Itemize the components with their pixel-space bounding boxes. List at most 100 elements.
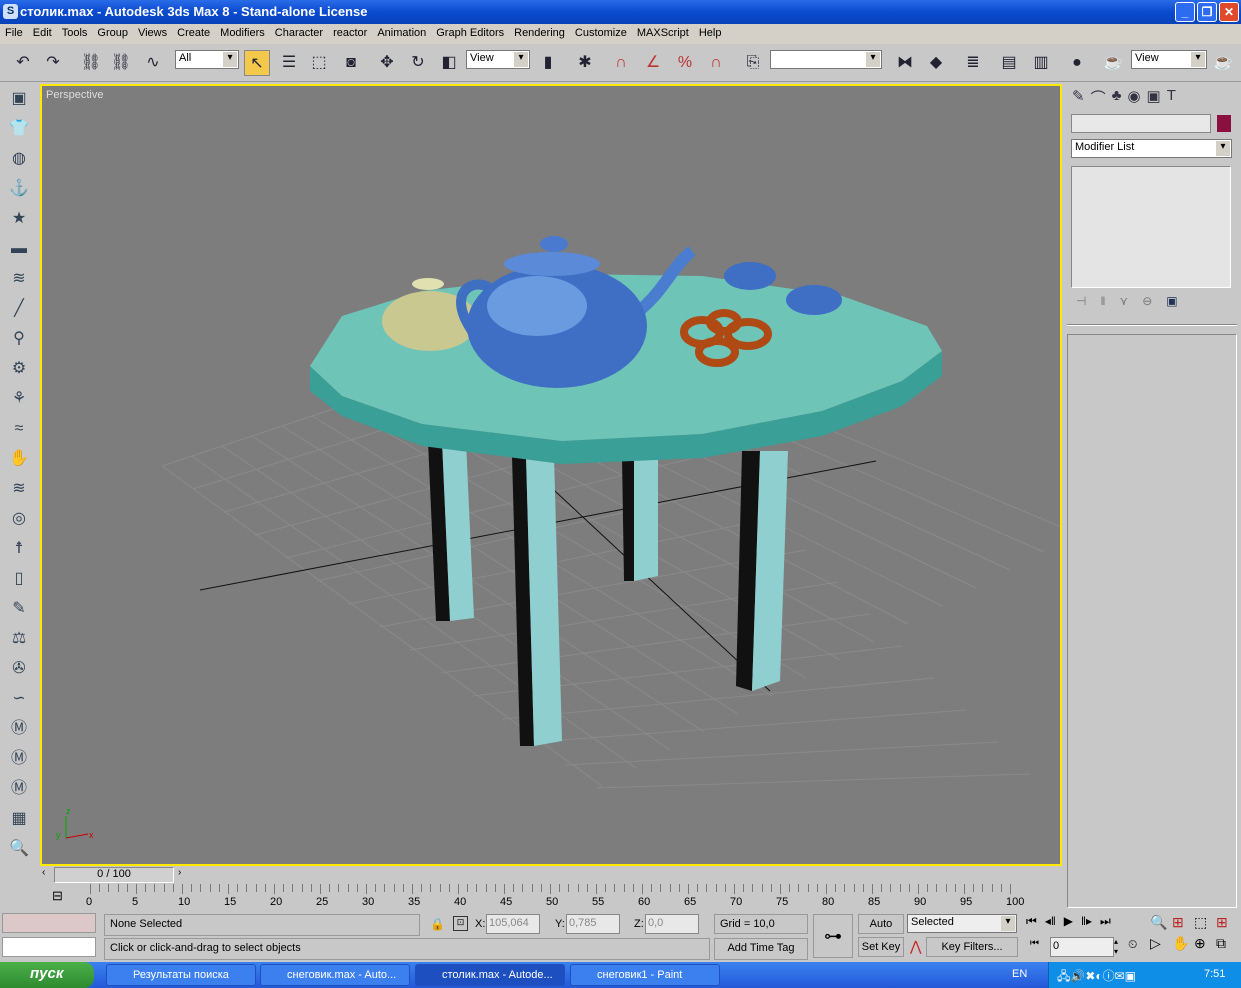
menu-modifiers[interactable]: Modifiers	[220, 27, 265, 44]
dashpot-icon[interactable]: ╱	[0, 294, 38, 324]
constraint-icon[interactable]: ≋	[0, 474, 38, 504]
maximize-viewport-icon[interactable]: ⧉	[1216, 935, 1238, 952]
render-view-dropdown[interactable]: View	[1131, 50, 1207, 69]
bind-space-warp-icon[interactable]: ∿	[140, 50, 166, 76]
percent-snap-icon[interactable]: %	[672, 50, 698, 76]
close-button[interactable]: ✕	[1219, 2, 1239, 22]
menu-views[interactable]: Views	[138, 27, 167, 44]
modifier-stack[interactable]	[1071, 166, 1231, 288]
go-to-end-icon[interactable]: ⏭	[1100, 914, 1111, 929]
cloth-modifier-icon[interactable]: ▯	[0, 564, 38, 594]
scale-icon[interactable]: ◧	[436, 50, 462, 76]
modify-tab-icon[interactable]: ⌒	[1091, 87, 1106, 108]
make-unique-icon[interactable]: ⋎	[1119, 294, 1128, 308]
slider-next-icon[interactable]: ›	[178, 867, 181, 878]
create-animation-icon[interactable]: Ⓜ	[0, 774, 38, 804]
motion-tab-icon[interactable]: ◉	[1127, 87, 1140, 108]
rotate-icon[interactable]: ↻	[405, 50, 431, 76]
set-key-button[interactable]: Set Key	[858, 937, 904, 957]
redo-icon[interactable]: ↷	[40, 50, 66, 76]
log-icon[interactable]: ▦	[0, 804, 38, 834]
angle-snap-icon[interactable]: ∠	[640, 50, 666, 76]
mini-curve-editor-icon[interactable]: ⊟	[52, 888, 63, 904]
zoom-extents-selected-icon[interactable]: ⬚	[1194, 914, 1216, 931]
spring-icon[interactable]: ≋	[0, 264, 38, 294]
menu-file[interactable]: File	[5, 27, 23, 44]
analyze-icon[interactable]: Ⓜ	[0, 714, 38, 744]
menu-reactor[interactable]: reactor	[333, 27, 367, 44]
water-icon[interactable]: ✋	[0, 444, 38, 474]
show-end-result-icon[interactable]: ‖	[1100, 294, 1105, 308]
y-coordinate-field[interactable]: 0,785	[566, 914, 620, 934]
object-name-field[interactable]	[1071, 114, 1211, 133]
default-tangent-icon[interactable]: ⋀	[910, 938, 921, 955]
z-coordinate-field[interactable]: 0,0	[645, 914, 699, 934]
hierarchy-tab-icon[interactable]: ♣	[1112, 87, 1122, 108]
maxscript-input-mini[interactable]	[2, 937, 96, 957]
material-editor-icon[interactable]: ●	[1064, 50, 1090, 76]
align-icon[interactable]: ◆	[923, 50, 949, 76]
display-tab-icon[interactable]: ▣	[1147, 87, 1161, 108]
named-selection-dropdown[interactable]	[770, 50, 882, 69]
reference-coordinate-dropdown[interactable]: View	[466, 50, 530, 69]
motor-icon[interactable]: ⚲	[0, 324, 38, 354]
preview-icon[interactable]: Ⓜ	[0, 744, 38, 774]
curve-editor-icon[interactable]: ▤	[996, 50, 1022, 76]
pivot-center-icon[interactable]: ▮	[535, 50, 561, 76]
rectangular-selection-icon[interactable]: ⬚	[306, 50, 332, 76]
menu-group[interactable]: Group	[97, 27, 128, 44]
next-frame-icon[interactable]: ‖▸	[1081, 914, 1092, 929]
configure-modifier-sets-icon[interactable]: ▣	[1166, 294, 1177, 308]
track-bar[interactable]: ⊟ 0 5 10 15 20 25 30 35 40 45 50 55 60 65 70 75 80 85 90 95…	[40, 884, 1064, 912]
add-time-tag-button[interactable]: Add Time Tag	[714, 938, 808, 960]
task-search-results[interactable]: Результаты поиска	[106, 964, 256, 986]
cloth-collection-icon[interactable]: 👕	[0, 114, 38, 144]
menu-animation[interactable]: Animation	[377, 27, 426, 44]
menu-help[interactable]: Help	[699, 27, 722, 44]
tray-icons[interactable]: 🖧🔊✖◐ⓘ✉▣	[1057, 967, 1136, 988]
frame-spinner[interactable]: ▴ ▾	[1114, 937, 1118, 957]
menu-character[interactable]: Character	[275, 27, 323, 44]
menu-edit[interactable]: Edit	[33, 27, 52, 44]
menu-rendering[interactable]: Rendering	[514, 27, 565, 44]
spinner-snap-icon[interactable]: ∩	[703, 50, 729, 76]
properties-icon[interactable]: ✇	[0, 654, 38, 684]
language-indicator[interactable]: EN	[1012, 968, 1027, 980]
hinge-icon[interactable]: ◎	[0, 504, 38, 534]
menu-graph-editors[interactable]: Graph Editors	[436, 27, 504, 44]
play-icon[interactable]: ▶	[1064, 914, 1073, 929]
undo-icon[interactable]: ↶	[10, 50, 36, 76]
fracture-icon[interactable]: ≈	[0, 414, 38, 444]
ragdoll-icon[interactable]: ☨	[0, 534, 38, 564]
snap-3d-icon[interactable]: ∩	[608, 50, 634, 76]
plane-icon[interactable]: ▬	[0, 234, 38, 264]
menu-create[interactable]: Create	[177, 27, 210, 44]
maxscript-listener-mini[interactable]	[2, 913, 96, 933]
key-mode-toggle-icon[interactable]: ⏮	[1030, 938, 1039, 949]
absolute-mode-icon[interactable]: ⊡	[453, 916, 468, 931]
time-slider-thumb[interactable]: 0 / 100	[54, 867, 174, 883]
select-by-name-icon[interactable]: ☰	[276, 50, 302, 76]
field-of-view-icon[interactable]: ▷	[1150, 935, 1172, 952]
task-snowman-max[interactable]: снеговик.max - Auto...	[260, 964, 410, 986]
auto-key-button[interactable]: Auto Key	[858, 914, 904, 948]
create-tab-icon[interactable]: ✎	[1072, 87, 1085, 108]
zoom-all-icon[interactable]: ⊞	[1172, 914, 1194, 931]
arc-rotate-icon[interactable]: ⊕	[1194, 935, 1216, 952]
manipulate-icon[interactable]: ✱	[572, 50, 598, 76]
object-color-swatch[interactable]	[1217, 115, 1231, 132]
world-icon[interactable]: ∽	[0, 684, 38, 714]
key-mode-dropdown[interactable]: Selected	[907, 914, 1017, 933]
x-coordinate-field[interactable]: 105,064	[486, 914, 540, 934]
select-object-icon[interactable]: ↖	[244, 50, 270, 76]
link-icon[interactable]: ⛓	[78, 50, 104, 76]
previous-frame-icon[interactable]: ◂‖	[1045, 914, 1056, 929]
zoom-icon[interactable]: 🔍	[1150, 914, 1172, 931]
task-paint[interactable]: снеговик1 - Paint	[570, 964, 720, 986]
slider-prev-icon[interactable]: ‹	[42, 867, 45, 878]
menu-customize[interactable]: Customize	[575, 27, 627, 44]
window-crossing-icon[interactable]: ◙	[338, 50, 364, 76]
menu-maxscript[interactable]: MAXScript	[637, 27, 689, 44]
wind-icon[interactable]: ⚙	[0, 354, 38, 384]
layer-manager-icon[interactable]: ≣	[960, 50, 986, 76]
